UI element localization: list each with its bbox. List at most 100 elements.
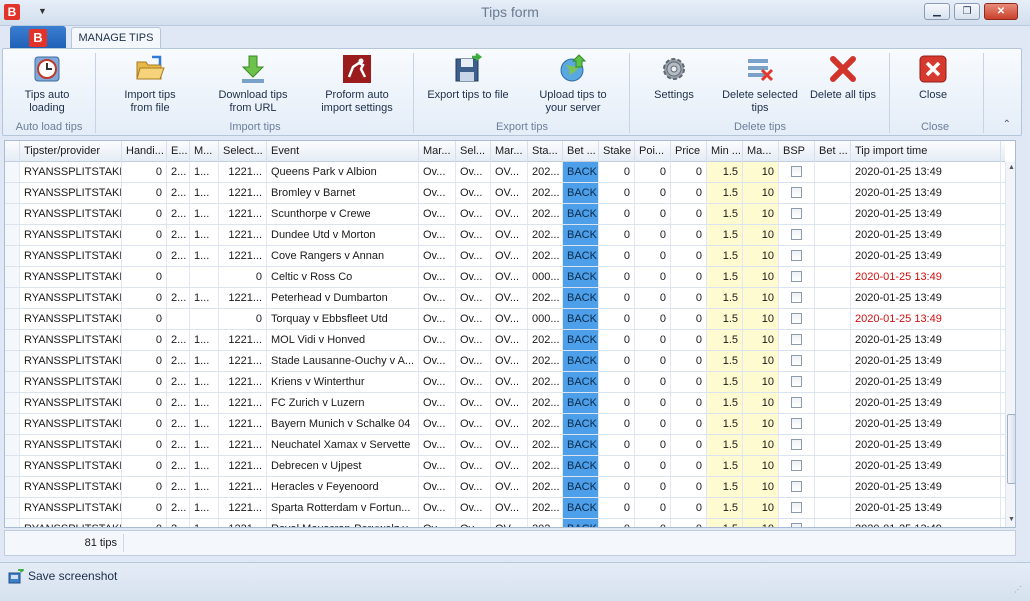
- cell-bet2[interactable]: [815, 456, 851, 476]
- bsp-checkbox-cell[interactable]: [779, 456, 815, 476]
- cell-selection[interactable]: 1221...: [219, 162, 267, 182]
- cell-min[interactable]: 1.5: [707, 183, 743, 203]
- bsp-checkbox-cell[interactable]: [779, 372, 815, 392]
- cell-event[interactable]: Royal Mouscron-Peruwelz v...: [267, 519, 419, 527]
- cell-handicap[interactable]: 0: [122, 288, 167, 308]
- cell-min[interactable]: 1.5: [707, 288, 743, 308]
- cell-selection[interactable]: 1221...: [219, 393, 267, 413]
- cell-event[interactable]: Queens Park v Albion: [267, 162, 419, 182]
- cell-min[interactable]: 1.5: [707, 393, 743, 413]
- cell-e[interactable]: 2...: [167, 456, 190, 476]
- cell-min[interactable]: 1.5: [707, 351, 743, 371]
- cell-e[interactable]: 2...: [167, 477, 190, 497]
- column-header[interactable]: Tipster/provider: [20, 141, 122, 162]
- cell-min[interactable]: 1.5: [707, 246, 743, 266]
- table-row[interactable]: RYANSSPLITSTAKE 0 2... 1... 1221... Stade Lau…: [5, 351, 1005, 372]
- column-header[interactable]: Ma...: [743, 141, 779, 162]
- bsp-checkbox[interactable]: [791, 229, 802, 240]
- cell-time[interactable]: 2020-01-25 13:49: [851, 477, 1001, 497]
- cell-bet2[interactable]: [815, 351, 851, 371]
- cell-bet2[interactable]: [815, 225, 851, 245]
- cell-bet2[interactable]: [815, 309, 851, 329]
- cell-stake[interactable]: 0: [599, 414, 635, 434]
- row-indicator[interactable]: [5, 330, 20, 350]
- cell-handicap[interactable]: 0: [122, 183, 167, 203]
- cell-mar2[interactable]: OV...: [491, 309, 528, 329]
- cell-handicap[interactable]: 0: [122, 393, 167, 413]
- cell-sel[interactable]: Ov...: [456, 288, 491, 308]
- scroll-down-icon[interactable]: ▼: [1006, 516, 1015, 526]
- cell-handicap[interactable]: 0: [122, 267, 167, 287]
- cell-price[interactable]: 0: [671, 498, 707, 518]
- cell-max[interactable]: 10: [743, 204, 779, 224]
- cell-m[interactable]: 1...: [190, 162, 219, 182]
- row-indicator[interactable]: [5, 204, 20, 224]
- export-tips-to-file-button[interactable]: Export tips to file: [423, 53, 513, 102]
- bsp-checkbox[interactable]: [791, 334, 802, 345]
- column-header[interactable]: Stake: [599, 141, 635, 162]
- bsp-checkbox-cell[interactable]: [779, 351, 815, 371]
- cell-handicap[interactable]: 0: [122, 477, 167, 497]
- cell-market[interactable]: Ov...: [419, 225, 456, 245]
- cell-points[interactable]: 0: [635, 246, 671, 266]
- cell-event[interactable]: Bayern Munich v Schalke 04: [267, 414, 419, 434]
- cell-sel[interactable]: Ov...: [456, 372, 491, 392]
- cell-m[interactable]: 1...: [190, 204, 219, 224]
- cell-handicap[interactable]: 0: [122, 414, 167, 434]
- bsp-checkbox[interactable]: [791, 187, 802, 198]
- cell-bet[interactable]: BACK: [563, 288, 599, 308]
- table-row[interactable]: RYANSSPLITSTAKE 0 2... 1... 1221... Bayern Mu…: [5, 414, 1005, 435]
- cell-start[interactable]: 202...: [528, 393, 563, 413]
- cell-bet2[interactable]: [815, 204, 851, 224]
- cell-market[interactable]: Ov...: [419, 393, 456, 413]
- cell-mar2[interactable]: OV...: [491, 225, 528, 245]
- cell-min[interactable]: 1.5: [707, 498, 743, 518]
- table-row[interactable]: RYANSSPLITSTAKE 0 2... 1... 1221... Heracles …: [5, 477, 1005, 498]
- cell-e[interactable]: 2...: [167, 183, 190, 203]
- table-row[interactable]: RYANSSPLITSTAKE 0 2... 1... 1221... Debrecen …: [5, 456, 1005, 477]
- scroll-thumb[interactable]: [1007, 414, 1015, 484]
- column-header[interactable]: Poi...: [635, 141, 671, 162]
- column-header[interactable]: Select...: [219, 141, 267, 162]
- bsp-checkbox[interactable]: [791, 250, 802, 261]
- table-row[interactable]: RYANSSPLITSTAKE 0 2... 1... 1221... Queens Pa…: [5, 162, 1005, 183]
- cell-points[interactable]: 0: [635, 267, 671, 287]
- cell-time[interactable]: 2020-01-25 13:49: [851, 435, 1001, 455]
- cell-m[interactable]: 1...: [190, 330, 219, 350]
- row-indicator[interactable]: [5, 414, 20, 434]
- bsp-checkbox-cell[interactable]: [779, 225, 815, 245]
- cell-bet[interactable]: BACK: [563, 183, 599, 203]
- cell-start[interactable]: 202...: [528, 246, 563, 266]
- cell-m[interactable]: 1...: [190, 183, 219, 203]
- cell-bet[interactable]: BACK: [563, 351, 599, 371]
- cell-e[interactable]: 2...: [167, 519, 190, 527]
- cell-sel[interactable]: Ov...: [456, 519, 491, 527]
- table-row[interactable]: RYANSSPLITSTAKE 0 0 Celtic v Ross Co Ov... Ov…: [5, 267, 1005, 288]
- cell-bet2[interactable]: [815, 372, 851, 392]
- cell-e[interactable]: 2...: [167, 246, 190, 266]
- cell-start[interactable]: 202...: [528, 477, 563, 497]
- cell-stake[interactable]: 0: [599, 183, 635, 203]
- cell-selection[interactable]: 1221...: [219, 246, 267, 266]
- cell-stake[interactable]: 0: [599, 498, 635, 518]
- column-header[interactable]: Bet ...: [815, 141, 851, 162]
- column-header[interactable]: Min ...: [707, 141, 743, 162]
- cell-sel[interactable]: Ov...: [456, 435, 491, 455]
- cell-market[interactable]: Ov...: [419, 477, 456, 497]
- cell-start[interactable]: 000...: [528, 267, 563, 287]
- cell-e[interactable]: 2...: [167, 330, 190, 350]
- cell-selection[interactable]: 1221...: [219, 288, 267, 308]
- cell-market[interactable]: Ov...: [419, 414, 456, 434]
- cell-max[interactable]: 10: [743, 519, 779, 527]
- cell-event[interactable]: Cove Rangers v Annan: [267, 246, 419, 266]
- cell-max[interactable]: 10: [743, 435, 779, 455]
- cell-min[interactable]: 1.5: [707, 162, 743, 182]
- cell-tipster[interactable]: RYANSSPLITSTAKE: [20, 372, 122, 392]
- cell-price[interactable]: 0: [671, 372, 707, 392]
- bsp-checkbox[interactable]: [791, 208, 802, 219]
- table-row[interactable]: RYANSSPLITSTAKE02...1...1221...Royal Mou…: [5, 519, 1005, 527]
- cell-tipster[interactable]: RYANSSPLITSTAKE: [20, 246, 122, 266]
- cell-bet[interactable]: BACK: [563, 246, 599, 266]
- cell-market[interactable]: Ov...: [419, 435, 456, 455]
- cell-points[interactable]: 0: [635, 393, 671, 413]
